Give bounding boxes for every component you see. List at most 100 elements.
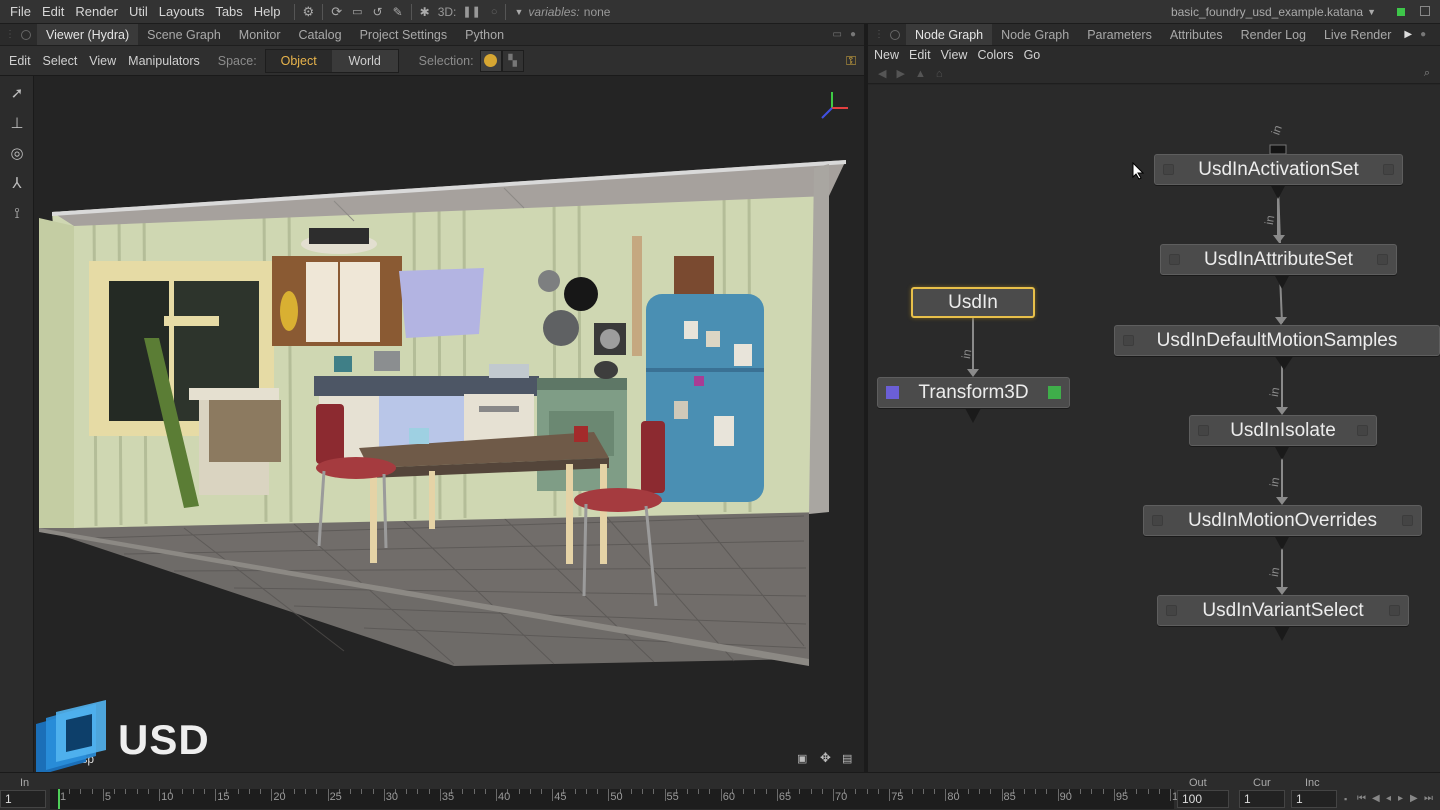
viewer-menu-edit[interactable]: Edit bbox=[3, 54, 37, 68]
frame-ruler[interactable]: 1510152025303540455055606570758085909510… bbox=[50, 789, 1190, 809]
viewer-lock-icon[interactable]: ⚿ bbox=[846, 53, 856, 69]
step-back-icon[interactable]: ▪ bbox=[1344, 794, 1347, 804]
viewer-menu-view[interactable]: View bbox=[83, 54, 122, 68]
pane-options-icon[interactable]: ● bbox=[850, 29, 856, 40]
tab-scroll-right-icon[interactable]: ▶ bbox=[1404, 29, 1412, 40]
brush-icon[interactable]: ✎ bbox=[393, 5, 403, 19]
forward-icon[interactable]: ▶ bbox=[896, 67, 904, 80]
ng-menu-edit[interactable]: Edit bbox=[904, 48, 936, 62]
node-view-icon[interactable] bbox=[1389, 605, 1400, 616]
chevron-down-icon[interactable]: ▼ bbox=[514, 7, 523, 17]
gear-icon[interactable]: ⚙ bbox=[303, 4, 315, 20]
node-usdin-activation-set[interactable]: UsdInActivationSet bbox=[1154, 154, 1403, 185]
jump-end-icon[interactable]: ⏭ bbox=[1424, 793, 1433, 804]
node-bypass-icon[interactable] bbox=[1198, 425, 1209, 436]
menu-layouts[interactable]: Layouts bbox=[153, 4, 210, 19]
menu-edit[interactable]: Edit bbox=[36, 4, 69, 19]
cache-icon[interactable]: ▭ bbox=[352, 5, 362, 18]
select-tool-icon[interactable]: ➚ bbox=[0, 78, 34, 108]
space-object-button[interactable]: Object bbox=[265, 49, 332, 72]
pane-close-icon[interactable] bbox=[21, 29, 31, 40]
menu-render[interactable]: Render bbox=[69, 4, 123, 19]
ng-menu-colors[interactable]: Colors bbox=[972, 48, 1018, 62]
translate-tool-icon[interactable]: ⊥ bbox=[0, 108, 34, 138]
menu-tabs[interactable]: Tabs bbox=[209, 4, 247, 19]
tab-project-settings[interactable]: Project Settings bbox=[351, 24, 457, 45]
node-graph-canvas[interactable]: in in in in in in UsdIn Transform3D UsdI… bbox=[868, 85, 1440, 772]
current-frame-marker[interactable] bbox=[58, 789, 60, 809]
ng-menu-go[interactable]: Go bbox=[1019, 48, 1046, 62]
pane-close-icon[interactable] bbox=[890, 29, 900, 40]
project-file-selector[interactable]: basic_foundry_usd_example.katana ▼ bbox=[1162, 3, 1376, 21]
window-restore-icon[interactable] bbox=[1420, 6, 1430, 16]
node-usdin-variant-select[interactable]: UsdInVariantSelect bbox=[1157, 595, 1409, 626]
play-back-icon[interactable]: ◀ bbox=[1372, 793, 1380, 804]
selection-object-button[interactable] bbox=[479, 49, 502, 72]
back-icon[interactable]: ◀ bbox=[878, 67, 886, 80]
bug-icon[interactable]: ✱ bbox=[420, 5, 430, 19]
jump-start-icon[interactable]: ⏮ bbox=[1357, 793, 1366, 804]
node-view-icon[interactable] bbox=[1383, 164, 1394, 175]
rotate-tool-icon[interactable]: ◎ bbox=[0, 138, 34, 168]
tab-catalog[interactable]: Catalog bbox=[289, 24, 350, 45]
out-frame-field[interactable]: 100 bbox=[1177, 790, 1229, 808]
tab-node-graph-2[interactable]: Node Graph bbox=[992, 24, 1078, 45]
node-view-icon[interactable] bbox=[1402, 515, 1413, 526]
scale-tool-icon[interactable]: ⅄ bbox=[0, 168, 34, 198]
ng-menu-view[interactable]: View bbox=[936, 48, 973, 62]
tab-monitor[interactable]: Monitor bbox=[230, 24, 290, 45]
pause-icon[interactable]: ❚❚ bbox=[462, 5, 480, 18]
tab-attributes[interactable]: Attributes bbox=[1161, 24, 1232, 45]
increment-field[interactable]: 1 bbox=[1291, 790, 1337, 808]
pane-options-icon[interactable]: ● bbox=[1420, 29, 1426, 40]
variables-value[interactable]: none bbox=[584, 5, 611, 19]
pivot-tool-icon[interactable]: ⟟ bbox=[0, 198, 34, 228]
pane-grip-icon[interactable]: ⋮ bbox=[5, 29, 15, 40]
current-frame-field[interactable]: 1 bbox=[1239, 790, 1285, 808]
next-frame-icon[interactable]: ▸ bbox=[1398, 793, 1403, 804]
tab-live-render[interactable]: Live Render bbox=[1315, 24, 1400, 45]
node-bypass-icon[interactable] bbox=[1166, 605, 1177, 616]
node-usdin-motion-overrides[interactable]: UsdInMotionOverrides bbox=[1143, 505, 1422, 536]
selection-component-button[interactable]: ▚ bbox=[501, 49, 524, 72]
viewport-3d[interactable]: persp ▣ ✥ ▤ bbox=[34, 76, 864, 772]
node-bypass-icon[interactable] bbox=[1152, 515, 1163, 526]
menu-file[interactable]: File bbox=[4, 4, 36, 19]
move-icon[interactable]: ✥ bbox=[820, 750, 831, 766]
pane-grip-icon[interactable]: ⋮ bbox=[874, 29, 884, 40]
refresh-icon[interactable]: ⟳ bbox=[331, 4, 342, 20]
node-view-icon[interactable] bbox=[1357, 425, 1368, 436]
up-icon[interactable]: ▲ bbox=[915, 68, 926, 80]
tab-node-graph-1[interactable]: Node Graph bbox=[906, 24, 993, 45]
view-orientation-gizmo[interactable] bbox=[821, 92, 848, 119]
play-forward-icon[interactable]: ▶ bbox=[1410, 793, 1418, 804]
tab-python[interactable]: Python bbox=[456, 24, 513, 45]
node-usdin[interactable]: UsdIn bbox=[911, 287, 1035, 318]
node-usdin-isolate[interactable]: UsdInIsolate bbox=[1189, 415, 1377, 446]
in-frame-field[interactable]: 1 bbox=[0, 790, 46, 808]
menu-help[interactable]: Help bbox=[248, 4, 286, 19]
node-transform3d[interactable]: Transform3D bbox=[877, 377, 1070, 408]
viewer-menu-select[interactable]: Select bbox=[37, 54, 84, 68]
node-bypass-icon[interactable] bbox=[1163, 164, 1174, 175]
prev-frame-icon[interactable]: ◂ bbox=[1386, 793, 1391, 804]
node-usdin-default-motion-samples[interactable]: UsdInDefaultMotionSamples bbox=[1114, 325, 1440, 356]
node-usdin-attribute-set[interactable]: UsdInAttributeSet bbox=[1160, 244, 1397, 275]
home-icon[interactable]: ⌂ bbox=[936, 68, 943, 80]
flush-icon[interactable]: ↺ bbox=[373, 5, 383, 19]
tab-parameters[interactable]: Parameters bbox=[1078, 24, 1161, 45]
variables-label[interactable]: variables: bbox=[528, 5, 579, 19]
node-view-icon[interactable] bbox=[1377, 254, 1388, 265]
menu-util[interactable]: Util bbox=[123, 4, 153, 19]
space-world-button[interactable]: World bbox=[331, 49, 398, 72]
node-bypass-icon[interactable] bbox=[1123, 335, 1134, 346]
ng-menu-new[interactable]: New bbox=[869, 48, 904, 62]
pane-maximize-icon[interactable]: ▭ bbox=[833, 29, 842, 40]
tab-render-log[interactable]: Render Log bbox=[1232, 24, 1315, 45]
render-view-icon[interactable]: ▤ bbox=[842, 752, 852, 765]
tab-viewer-hydra[interactable]: Viewer (Hydra) bbox=[37, 24, 139, 45]
node-bypass-icon[interactable] bbox=[1169, 254, 1180, 265]
search-icon[interactable]: ⌕ bbox=[1424, 67, 1430, 80]
camera-icon[interactable]: ▣ bbox=[797, 752, 807, 765]
viewer-menu-manipulators[interactable]: Manipulators bbox=[122, 54, 206, 68]
